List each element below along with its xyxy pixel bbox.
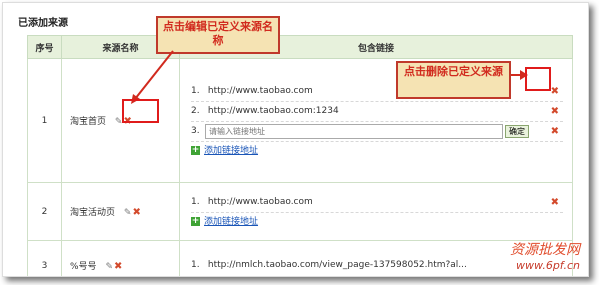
add-link-row: + 添加链接地址 (191, 213, 563, 231)
delete-callout: 点击删除已定义来源 (396, 61, 511, 99)
confirm-button[interactable]: 确定 (505, 124, 529, 138)
section-title: 已添加来源 (18, 18, 68, 29)
header-index: 序号 (27, 35, 62, 59)
x-icon[interactable]: ✖ (551, 82, 559, 101)
link-item: 2. http://www.taobao.com:1234 ✖ (191, 102, 563, 122)
link-index: 1. (191, 260, 200, 270)
link-item: 1. http://nmlch.taobao.com/view_page-137… (191, 256, 563, 275)
table-row: 2 淘宝活动页 ✎✖ 1. http://www.taobao.com ✖ + … (27, 182, 573, 241)
link-url: http://www.taobao.com:1234 (207, 105, 339, 116)
row-actions: ✎✖ (124, 207, 141, 218)
plus-icon[interactable]: + (191, 145, 200, 155)
link-index: 1. (191, 196, 200, 207)
link-url: http://nmlch.taobao.com/view_page-137598… (207, 260, 467, 270)
add-link-row: + 添加链接地址 (191, 142, 563, 160)
pencil-icon[interactable]: ✎ (105, 262, 113, 272)
add-link-button[interactable]: 添加链接地址 (204, 217, 258, 227)
source-name-cell: 淘宝活动页 ✎✖ (61, 182, 180, 241)
edit-highlight-box (122, 99, 159, 123)
source-name: 淘宝活动页 (70, 208, 116, 218)
link-index: 3. (191, 125, 200, 136)
plus-icon[interactable]: + (191, 216, 200, 226)
link-input-row: 3. 确定 ✖ (191, 122, 563, 142)
row-actions: ✎✖ (105, 261, 122, 272)
watermark-url: www.6pf.cn (516, 259, 580, 272)
source-name-cell: %号号 ✎✖ (61, 240, 180, 276)
add-link-button[interactable]: 添加链接地址 (204, 146, 258, 156)
row-index: 1 (27, 58, 62, 183)
x-icon[interactable]: ✖ (551, 193, 559, 212)
links-list: 1. http://www.taobao.com ✖ 2. http://www… (181, 79, 571, 163)
row-index: 2 (27, 182, 62, 241)
x-icon[interactable]: ✖ (114, 261, 122, 272)
link-item: 1. http://www.taobao.com ✖ (191, 193, 563, 213)
watermark-title: 资源批发网 (510, 242, 580, 258)
table-row: 3 %号号 ✎✖ 1. http://nmlch.taobao.com/view… (27, 240, 573, 276)
link-index: 2. (191, 105, 200, 116)
links-cell: 1. http://www.taobao.com ✖ + 添加链接地址 (179, 182, 573, 241)
x-icon[interactable]: ✖ (132, 207, 140, 218)
row-index: 3 (27, 240, 62, 276)
x-icon[interactable]: ✖ (551, 102, 559, 121)
source-name: %号号 (70, 262, 97, 272)
delete-highlight-box (525, 67, 551, 91)
source-name: 淘宝首页 (70, 117, 107, 127)
pencil-icon[interactable]: ✎ (124, 208, 132, 218)
link-url-input[interactable] (205, 123, 503, 139)
links-list: 1. http://www.taobao.com ✖ + 添加链接地址 (181, 190, 571, 234)
link-url: http://www.taobao.com (207, 196, 313, 207)
table-header-row: 序号 来源名称 包含链接 (27, 35, 573, 59)
source-name-cell: 淘宝首页 ✎✖ (61, 58, 180, 183)
edit-callout: 点击编辑已定义来源名称 (156, 16, 280, 54)
link-index: 1. (191, 85, 200, 96)
watermark: 资源批发网 www.6pf.cn (510, 239, 580, 272)
link-url: http://www.taobao.com (207, 85, 313, 96)
x-icon[interactable]: ✖ (551, 122, 559, 141)
links-cell: 1. http://www.taobao.com ✖ 2. http://www… (179, 58, 573, 183)
source-panel: 已添加来源 序号 来源名称 包含链接 1 淘宝首页 ✎✖ 1. http://w… (2, 2, 589, 277)
